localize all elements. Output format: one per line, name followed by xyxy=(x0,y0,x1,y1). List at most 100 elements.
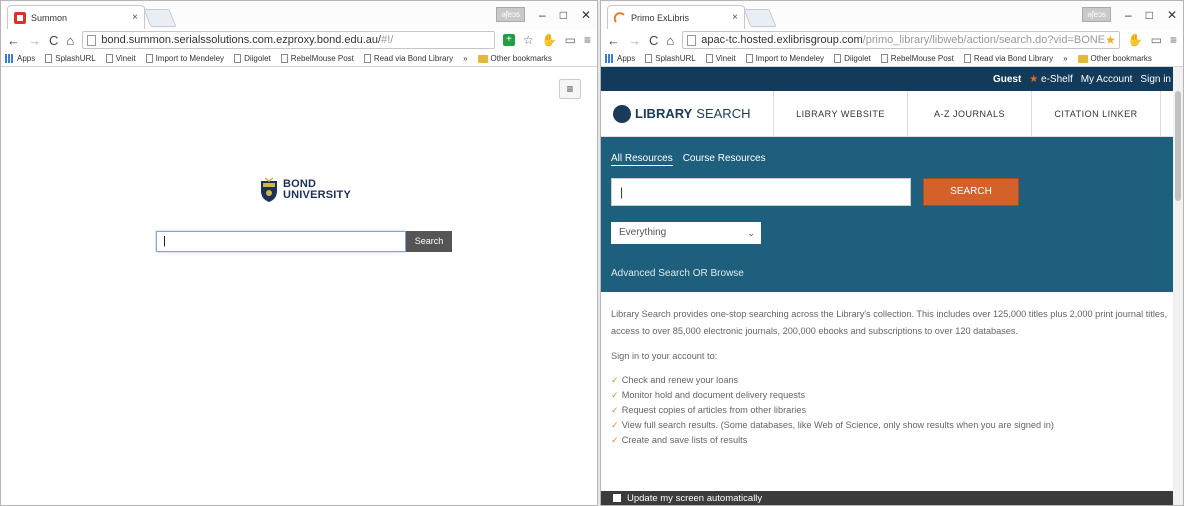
bookmark-label: Other bookmarks xyxy=(490,54,552,63)
reload-icon[interactable]: C xyxy=(649,33,658,48)
bookmark-item[interactable]: Import to Mendeley xyxy=(745,54,824,63)
library-search-mark-icon xyxy=(613,104,631,123)
cast-icon[interactable]: ▭ xyxy=(1151,33,1162,47)
bookmark-item[interactable]: RebelMouse Post xyxy=(280,54,354,63)
bookmark-item[interactable]: Read via Bond Library xyxy=(963,54,1054,63)
bookmark-item[interactable]: Diigolet xyxy=(834,54,871,63)
home-icon[interactable]: ⌂ xyxy=(66,33,74,48)
nav-citation-linker[interactable]: CITATION LINKER xyxy=(1031,91,1161,136)
back-icon[interactable]: ← xyxy=(607,33,620,48)
bookmark-apps[interactable]: Apps xyxy=(5,54,35,63)
bookmarks-bar: Apps SplashURL Vineit Import to Mendeley… xyxy=(601,51,1183,67)
bookmark-star-icon[interactable]: ☆ xyxy=(523,33,534,47)
bookmarks-overflow[interactable]: » xyxy=(1063,54,1067,63)
bookmark-label: Other bookmarks xyxy=(1090,54,1152,63)
extension-hand-icon[interactable]: ✋ xyxy=(1128,33,1143,47)
page-scrollbar[interactable] xyxy=(1173,67,1183,505)
profile-badge[interactable]: ǝʃɐɔs xyxy=(496,7,525,22)
library-search-button[interactable]: SEARCH xyxy=(923,178,1019,206)
bookmark-item[interactable]: SplashURL xyxy=(45,54,96,63)
menu-icon[interactable]: ≡ xyxy=(1170,33,1177,47)
url-path: #!/ xyxy=(381,34,394,46)
home-icon[interactable]: ⌂ xyxy=(666,33,674,48)
cast-icon[interactable]: ▭ xyxy=(565,33,576,47)
page-icon xyxy=(105,54,113,63)
bookmark-item[interactable]: Diigolet xyxy=(234,54,271,63)
nav-library-website[interactable]: LIBRARY WEBSITE xyxy=(773,91,907,136)
bookmark-apps[interactable]: Apps xyxy=(605,54,635,63)
scope-select[interactable]: Everything ⌄ xyxy=(611,222,761,244)
page-icon xyxy=(880,54,888,63)
browser-toolbar: ← → C ⌂ bond.summon.serialssolutions.com… xyxy=(1,29,597,51)
page-icon xyxy=(705,54,713,63)
maximize-button[interactable]: □ xyxy=(1146,8,1153,22)
bookmarks-overflow[interactable]: » xyxy=(463,54,467,63)
minimize-button[interactable]: – xyxy=(1125,8,1132,22)
forward-icon[interactable]: → xyxy=(28,33,41,48)
check-icon: ✓ xyxy=(611,405,619,415)
extension-icon[interactable]: + xyxy=(502,34,515,46)
tab-course-resources[interactable]: Course Resources xyxy=(683,153,766,166)
tab-close-icon[interactable]: × xyxy=(732,12,738,23)
page-icon xyxy=(280,54,288,63)
summon-search-form: | Search xyxy=(156,231,452,252)
window-controls: ǝʃɐɔs – □ ✕ xyxy=(1082,7,1177,22)
tab-all-resources[interactable]: All Resources xyxy=(611,153,673,166)
maximize-button[interactable]: □ xyxy=(560,8,567,22)
apps-grid-icon xyxy=(605,54,614,63)
close-button[interactable]: ✕ xyxy=(1167,8,1177,22)
advanced-search-link[interactable]: Advanced Search xyxy=(611,268,690,279)
nav-az-journals[interactable]: A-Z JOURNALS xyxy=(907,91,1031,136)
update-checkbox[interactable] xyxy=(613,494,621,503)
bookmark-item[interactable]: Read via Bond Library xyxy=(363,54,453,63)
bookmark-item[interactable]: RebelMouse Post xyxy=(880,54,954,63)
hamburger-menu-button[interactable]: ≡ xyxy=(559,79,581,99)
tab-primo[interactable]: Primo ExLibris × xyxy=(607,5,745,29)
summon-window: Summon × ǝʃɐɔs – □ ✕ ← → C ⌂ bond.summon… xyxy=(0,0,598,506)
bookmark-item[interactable]: Vineit xyxy=(105,54,136,63)
summon-search-button[interactable]: Search xyxy=(406,231,452,252)
profile-badge[interactable]: ǝʃɐɔs xyxy=(1082,7,1111,22)
forward-icon[interactable]: → xyxy=(628,33,641,48)
new-tab-button[interactable] xyxy=(143,9,177,27)
bookmark-label: Read via Bond Library xyxy=(973,54,1054,63)
url-main: apac-tc.hosted.exlibrisgroup.com xyxy=(701,34,863,46)
tab-close-icon[interactable]: × xyxy=(132,12,138,23)
bookmark-star-icon[interactable]: ★ xyxy=(1105,33,1116,47)
new-tab-button[interactable] xyxy=(743,9,777,27)
star-icon: ★ xyxy=(1029,73,1042,85)
bond-crest-icon xyxy=(261,177,277,202)
sign-in-link[interactable]: Sign in xyxy=(1140,74,1171,85)
close-button[interactable]: ✕ xyxy=(581,8,591,22)
update-label: Update my screen automatically xyxy=(627,493,763,504)
address-bar[interactable]: apac-tc.hosted.exlibrisgroup.com /primo_… xyxy=(682,31,1120,49)
browse-link[interactable]: Browse xyxy=(711,268,744,279)
library-search-logo[interactable]: LIBRARY SEARCH xyxy=(601,104,773,123)
reload-icon[interactable]: C xyxy=(49,33,58,48)
bookmark-item[interactable]: SplashURL xyxy=(645,54,696,63)
bookmark-other[interactable]: Other bookmarks xyxy=(1077,54,1152,63)
back-icon[interactable]: ← xyxy=(7,33,20,48)
bookmark-label: SplashURL xyxy=(55,54,96,63)
summon-search-input[interactable]: | xyxy=(156,231,406,252)
minimize-button[interactable]: – xyxy=(539,8,546,22)
bookmark-item[interactable]: Import to Mendeley xyxy=(145,54,224,63)
window-controls: ǝʃɐɔs – □ ✕ xyxy=(496,7,591,22)
logo-line-2: UNIVERSITY xyxy=(283,189,352,201)
bookmark-label: Apps xyxy=(617,54,636,63)
my-account-link[interactable]: My Account xyxy=(1081,74,1133,85)
bookmark-label: Apps xyxy=(17,54,36,63)
menu-icon[interactable]: ≡ xyxy=(584,33,591,47)
bookmark-item[interactable]: Vineit xyxy=(705,54,736,63)
address-bar[interactable]: bond.summon.serialssolutions.com.ezproxy… xyxy=(82,31,495,49)
extension-hand-icon[interactable]: ✋ xyxy=(542,33,557,47)
library-search-input[interactable]: | xyxy=(611,178,911,206)
bookmark-other[interactable]: Other bookmarks xyxy=(477,54,552,63)
eshelf-link[interactable]: ★ e-Shelf xyxy=(1029,74,1072,85)
logo-light: SEARCH xyxy=(696,106,751,121)
folder-icon xyxy=(1077,54,1088,63)
page-icon xyxy=(363,54,371,63)
scrollbar-thumb[interactable] xyxy=(1175,91,1181,201)
primo-window: Primo ExLibris × ǝʃɐɔs – □ ✕ ← → C ⌂ apa… xyxy=(600,0,1184,506)
tab-summon[interactable]: Summon × xyxy=(7,5,145,29)
